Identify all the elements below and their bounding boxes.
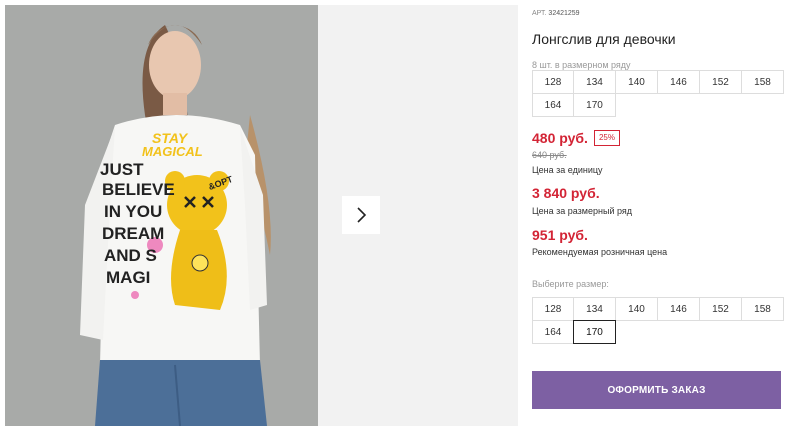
size-series-cell: 158 bbox=[741, 70, 784, 94]
print-in-you: IN YOU bbox=[104, 202, 163, 221]
next-image-button[interactable] bbox=[342, 196, 380, 234]
print-magi: MAGI bbox=[106, 268, 151, 287]
print-just: JUST bbox=[100, 160, 144, 179]
unit-price: 480 руб. bbox=[532, 130, 588, 146]
discount-badge: 25% bbox=[593, 130, 620, 146]
size-option[interactable]: 152 bbox=[699, 297, 742, 321]
size-option[interactable]: 158 bbox=[741, 297, 784, 321]
print-and-s: AND S bbox=[104, 246, 157, 265]
set-price-caption: Цена за размерный ряд bbox=[532, 206, 633, 216]
print-dream: DREAM bbox=[102, 224, 165, 243]
size-option[interactable]: 128 bbox=[532, 297, 574, 321]
size-series-cell: 164 bbox=[532, 93, 574, 117]
size-series-cell: 170 bbox=[573, 93, 616, 117]
sku-label: АРТ. bbox=[532, 10, 547, 17]
size-option[interactable]: 134 bbox=[573, 297, 616, 321]
product-photo[interactable]: STAY MAGICAL JUST BELIEVE IN YOU DREAM A… bbox=[5, 5, 318, 426]
old-price: 640 руб. bbox=[532, 150, 567, 160]
size-series-cell: 134 bbox=[573, 70, 616, 94]
sku-value: 32421259 bbox=[548, 10, 580, 17]
size-selector: 128 134 140 146 152 158 164 170 bbox=[532, 297, 784, 344]
print-believe: BELIEVE bbox=[102, 180, 175, 199]
choose-size-label: Выберите размер: bbox=[532, 279, 609, 289]
unit-price-caption: Цена за единицу bbox=[532, 165, 603, 175]
chevron-right-icon bbox=[357, 207, 367, 223]
size-series-table: 128 134 140 146 152 158 164 170 bbox=[532, 70, 784, 117]
size-series-cell: 140 bbox=[615, 70, 658, 94]
place-order-button[interactable]: ОФОРМИТЬ ЗАКАЗ bbox=[532, 371, 781, 409]
rrp-price: 951 руб. bbox=[532, 227, 588, 243]
size-option[interactable]: 140 bbox=[615, 297, 658, 321]
size-option-selected[interactable]: 170 bbox=[573, 320, 616, 344]
product-title: Лонгслив для девочки bbox=[532, 31, 676, 47]
size-option[interactable]: 164 bbox=[532, 320, 574, 344]
size-series-cell: 152 bbox=[699, 70, 742, 94]
size-series-cell: 146 bbox=[657, 70, 700, 94]
set-price: 3 840 руб. bbox=[532, 185, 600, 201]
size-series-note: 8 шт. в размерном ряду bbox=[532, 60, 631, 70]
rrp-caption: Рекомендуемая розничная цена bbox=[532, 247, 668, 257]
sku-line: АРТ. 32421259 bbox=[532, 10, 580, 17]
product-gallery: STAY MAGICAL JUST BELIEVE IN YOU DREAM A… bbox=[5, 5, 518, 426]
price-block: 480 руб. 25% bbox=[532, 130, 620, 146]
size-option[interactable]: 146 bbox=[657, 297, 700, 321]
print-magical: MAGICAL bbox=[142, 144, 203, 159]
size-series-cell: 128 bbox=[532, 70, 574, 94]
